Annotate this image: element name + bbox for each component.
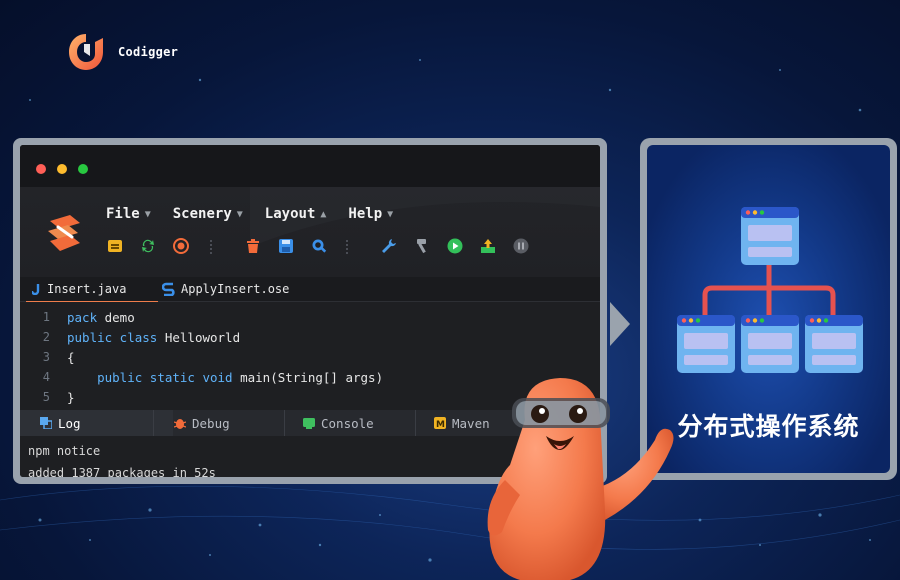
code-line: 1 pack demo	[20, 310, 600, 330]
menu-layout-label: Layout	[264, 206, 316, 222]
code-text: }	[67, 390, 75, 405]
log-line: npm notice	[28, 444, 101, 458]
wrench-icon[interactable]	[380, 237, 398, 255]
toolbar-separator	[346, 240, 350, 254]
card-title: 分布式操作系统	[677, 412, 860, 441]
network-connectors	[702, 262, 836, 321]
delete-icon[interactable]	[244, 237, 262, 255]
tab-debug[interactable]: Debug	[154, 410, 304, 436]
code-rest: Helloworld	[157, 330, 241, 345]
layers-icon[interactable]	[106, 237, 124, 255]
tab-console[interactable]: Console	[285, 410, 433, 436]
code-rest: demo	[97, 310, 135, 325]
tab-log[interactable]: Log	[20, 410, 173, 438]
toolbar-separator	[210, 240, 214, 254]
tab-insert-java[interactable]: Insert.java	[26, 277, 158, 303]
deploy-icon[interactable]	[479, 237, 497, 255]
line-number: 2	[42, 330, 50, 344]
code-rest: {	[67, 350, 75, 365]
refresh-icon[interactable]	[139, 237, 157, 255]
menu-layout[interactable]: Layout ▲	[265, 206, 327, 222]
menu-help[interactable]: Help ▼	[348, 206, 393, 222]
distributed-os-card: 分布式操作系统	[647, 145, 890, 473]
tab-label: ApplyInsert.ose	[181, 282, 290, 296]
menu-file[interactable]: File ▼	[106, 206, 151, 222]
code-text: public static void main(String[] args)	[67, 370, 383, 385]
tab-label: Log	[58, 415, 81, 431]
menubar-highlight	[250, 187, 600, 247]
log-line: added 1387 packages in 52s	[28, 466, 216, 477]
line-number: 4	[42, 370, 50, 384]
ose-icon	[162, 282, 175, 296]
code-keyword: pack	[67, 310, 98, 325]
run-icon[interactable]	[446, 237, 464, 255]
close-window-button[interactable]	[36, 164, 46, 174]
chevron-down-icon: ▼	[387, 208, 394, 220]
tab-applyinsert-ose[interactable]: ApplyInsert.ose	[160, 277, 332, 301]
maximize-window-button[interactable]	[78, 164, 88, 174]
tab-label: Insert.java	[47, 282, 127, 296]
console-icon	[303, 418, 315, 429]
server-node-top	[741, 207, 799, 265]
minimize-window-button[interactable]	[57, 164, 67, 174]
line-number: 5	[42, 390, 50, 404]
code-rest: main(String[] args)	[232, 370, 384, 385]
menu-scenery-label: Scenery	[172, 206, 232, 222]
line-number: 1	[42, 310, 50, 324]
server-node-left	[677, 315, 735, 373]
brand-name: Codigger	[118, 45, 179, 59]
menu-bar	[20, 187, 600, 277]
menu-scenery[interactable]: Scenery ▼	[173, 206, 243, 222]
network-diagram	[677, 207, 863, 373]
record-icon[interactable]	[172, 237, 190, 255]
svg-text:M: M	[436, 420, 445, 429]
server-node-middle	[741, 315, 799, 373]
editor-tabs: Insert.java ApplyInsert.ose	[20, 277, 600, 303]
menu-help-label: Help	[348, 206, 383, 222]
brand: Codigger	[64, 30, 178, 74]
code-keyword: public static void	[97, 370, 233, 385]
save-icon[interactable]	[277, 237, 295, 255]
pause-icon[interactable]	[512, 237, 530, 255]
title-bar	[20, 145, 600, 187]
menu-file-label: File	[106, 206, 140, 222]
maven-icon: M	[434, 417, 446, 429]
search-icon[interactable]	[310, 237, 328, 255]
codigger-logo-icon	[69, 34, 103, 70]
server-node-right	[805, 315, 863, 373]
hammer-icon[interactable]	[413, 237, 431, 255]
code-text: public class Helloworld	[67, 330, 240, 345]
code-line: 2 public class Helloworld	[20, 330, 600, 350]
bug-icon	[174, 419, 186, 429]
code-keyword: public class	[67, 330, 158, 345]
log-icon	[40, 417, 52, 429]
mascot-illustration	[487, 378, 674, 580]
chevron-down-icon: ▼	[236, 208, 243, 220]
tab-label: Console	[321, 415, 374, 431]
chevron-down-icon: ▼	[144, 208, 151, 220]
main-menu: File ▼ Scenery ▼ Layout ▲ Help ▼	[106, 206, 393, 222]
chevron-up-icon: ▲	[320, 208, 327, 220]
tab-label: Debug	[192, 415, 230, 431]
arrow-right-icon	[610, 302, 630, 346]
java-icon	[32, 284, 40, 295]
code-text: pack demo	[67, 310, 135, 325]
line-number: 3	[42, 350, 50, 364]
code-text: {	[67, 350, 75, 365]
code-rest: }	[67, 390, 75, 405]
app-logo-icon	[48, 215, 80, 251]
code-line: 3 {	[20, 350, 600, 370]
